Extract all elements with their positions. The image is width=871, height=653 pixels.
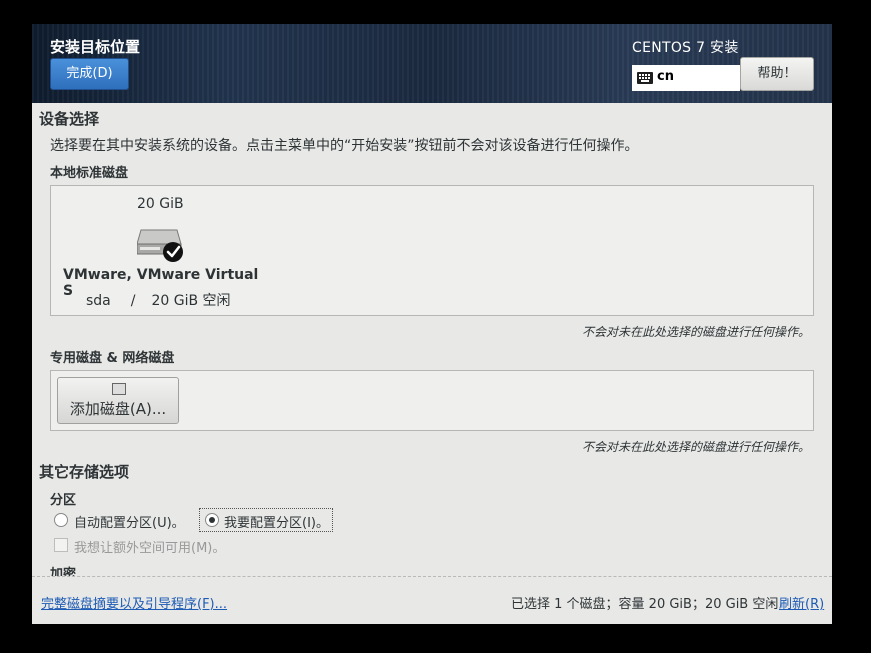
disk-device: sda xyxy=(86,293,111,309)
specialized-disks-note: 不会对未在此处选择的磁盘进行任何操作。 xyxy=(581,440,810,454)
auto-partition-label: 自动配置分区(U)。 xyxy=(74,516,185,531)
disk-separator: / xyxy=(130,293,136,309)
add-disk-label: 添加磁盘(A)... xyxy=(69,400,167,418)
specialized-disks-heading: 专用磁盘 & 网络磁盘 xyxy=(50,351,175,366)
keyboard-layout-label: cn xyxy=(657,69,674,84)
local-disks-note: 不会对未在此处选择的磁盘进行任何操作。 xyxy=(581,325,810,339)
keyboard-icon xyxy=(637,72,653,84)
product-title: CENTOS 7 安装 xyxy=(632,40,739,56)
page-title: 安装目标位置 xyxy=(50,38,141,56)
footer-divider xyxy=(32,576,832,577)
partitioning-heading: 分区 xyxy=(50,493,77,508)
other-options-heading: 其它存储选项 xyxy=(39,463,130,481)
disk-add-icon xyxy=(112,383,126,395)
help-button[interactable]: 帮助！ xyxy=(740,57,814,91)
disk-free-info: sda / 20 GiB 空闲 xyxy=(86,290,231,310)
manual-partition-label: 我要配置分区(I)。 xyxy=(224,516,329,531)
installer-window: 安装目标位置 完成(D) CENTOS 7 安装 cn 帮助！ 设备选择 选择要… xyxy=(32,24,832,624)
device-selection-description: 选择要在其中安装系统的设备。点击主菜单中的“开始安装”按钮前不会对该设备进行任何… xyxy=(50,138,639,154)
local-disks-heading: 本地标准磁盘 xyxy=(50,166,129,181)
keyboard-layout-indicator[interactable]: cn xyxy=(632,65,740,91)
local-disks-panel: 20 GiB VMware, VMware Virtual S sda/20 G… xyxy=(50,185,814,316)
extra-space-checkbox[interactable] xyxy=(54,538,68,552)
auto-partition-option[interactable]: 自动配置分区(U)。 xyxy=(54,511,194,531)
add-disk-button[interactable]: 添加磁盘(A)... xyxy=(57,377,179,424)
manual-partition-radio[interactable] xyxy=(205,513,219,527)
device-selection-heading: 设备选择 xyxy=(39,110,100,128)
selection-status: 已选择 1 个磁盘；容量 20 GiB；20 GiB 空闲 xyxy=(511,597,779,612)
disk-size: 20 GiB xyxy=(137,196,184,212)
scroll-clip: 加密 xyxy=(32,562,832,576)
specialized-disks-panel: 添加磁盘(A)... xyxy=(50,370,814,431)
extra-space-label: 我想让额外空间可用(M)。 xyxy=(74,541,226,556)
header-bar: 安装目标位置 完成(D) CENTOS 7 安装 cn 帮助！ xyxy=(32,24,832,103)
encryption-heading: 加密 xyxy=(50,567,77,576)
hard-disk-icon xyxy=(137,229,183,262)
done-button[interactable]: 完成(D) xyxy=(50,58,129,90)
extra-space-option[interactable]: 我想让额外空间可用(M)。 xyxy=(54,536,254,556)
manual-partition-option[interactable]: 我要配置分区(I)。 xyxy=(199,508,333,532)
disk-sda[interactable]: 20 GiB VMware, VMware Virtual S sda/20 G… xyxy=(51,186,266,315)
full-disk-summary-link[interactable]: 完整磁盘摘要以及引导程序(F)... xyxy=(41,593,227,612)
disk-free-space: 20 GiB 空闲 xyxy=(151,293,231,309)
auto-partition-radio[interactable] xyxy=(54,513,68,527)
refresh-link[interactable]: 刷新(R) xyxy=(779,593,824,612)
